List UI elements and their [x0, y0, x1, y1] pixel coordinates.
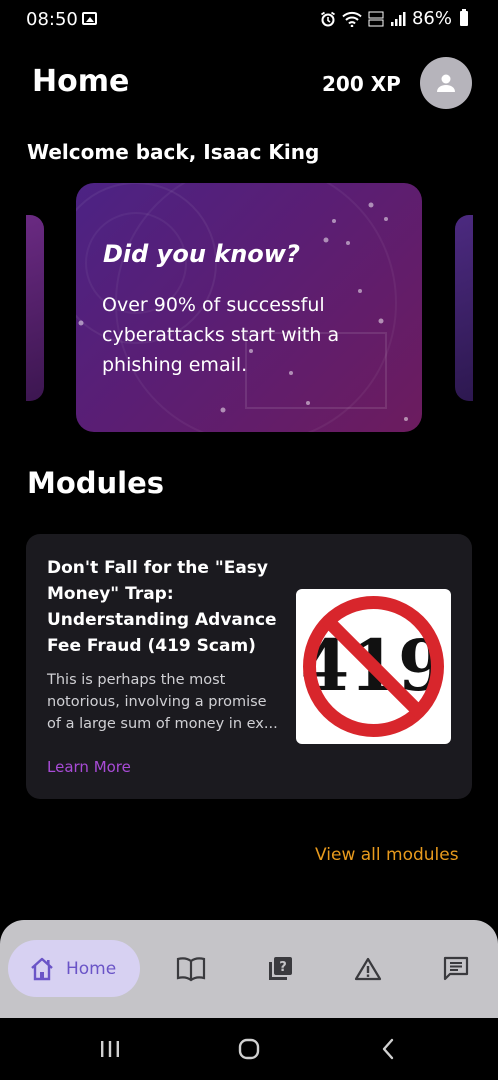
home-circle-icon [238, 1038, 260, 1060]
module-description: This is perhaps the most notorious, invo… [47, 672, 278, 732]
alarm-icon [320, 11, 335, 26]
back-button[interactable] [373, 1036, 403, 1062]
system-navigation-bar [0, 1018, 498, 1080]
page-title: Home [32, 64, 130, 99]
module-title: Don't Fall for the "Easy Money" Trap: Un… [47, 558, 277, 656]
module-card[interactable]: Don't Fall for the "Easy Money" Trap: Un… [26, 534, 472, 799]
recent-apps-icon [101, 1041, 119, 1057]
nav-item-learn[interactable] [175, 953, 207, 985]
chat-icon [443, 956, 469, 981]
nav-item-quiz[interactable]: ? [264, 953, 296, 985]
nav-item-alerts[interactable] [352, 953, 384, 985]
welcome-message: Welcome back, Isaac King [27, 140, 320, 164]
gallery-notification-icon [82, 12, 97, 25]
carousel-card-previous[interactable] [26, 215, 44, 401]
status-time: 08:50 [26, 9, 78, 30]
nav-item-chat[interactable] [440, 953, 472, 985]
module-thumbnail-419-no-sign: 419 [296, 589, 451, 744]
home-icon [31, 957, 53, 980]
fact-body: Over 90% of successful cyberattacks star… [102, 294, 340, 376]
view-all-modules-link[interactable]: View all modules [315, 845, 459, 865]
warning-icon [354, 957, 382, 981]
modules-section-title: Modules [27, 466, 165, 500]
learn-more-link[interactable]: Learn More [47, 758, 131, 776]
battery-percent: 86% [411, 8, 452, 29]
home-screen: 08:50 86% Home 200 XP Welcome back, Isaa… [0, 0, 498, 1080]
book-icon [176, 957, 206, 982]
back-chevron-icon [382, 1038, 394, 1060]
user-icon [437, 74, 455, 92]
svg-text:?: ? [279, 960, 287, 975]
home-system-button[interactable] [234, 1036, 264, 1062]
wifi-icon [342, 11, 362, 27]
status-bar: 08:50 86% [0, 0, 498, 40]
avatar[interactable] [420, 57, 472, 109]
xp-counter: 200 XP [322, 72, 401, 96]
recent-apps-button[interactable] [95, 1036, 125, 1062]
status-icons: 86% [320, 8, 468, 29]
quiz-icon: ? [269, 957, 292, 980]
volte-icon [368, 11, 384, 26]
nav-item-home[interactable]: Home [8, 940, 140, 997]
signal-icon [390, 11, 406, 26]
battery-icon [460, 9, 468, 26]
bottom-navigation: Home ? [0, 920, 498, 1018]
did-you-know-card[interactable]: Did you know? Over 90% of successful cyb… [76, 183, 422, 432]
nav-home-label: Home [66, 958, 117, 979]
fact-title: Did you know? [103, 240, 300, 268]
carousel-card-next[interactable] [455, 215, 473, 401]
